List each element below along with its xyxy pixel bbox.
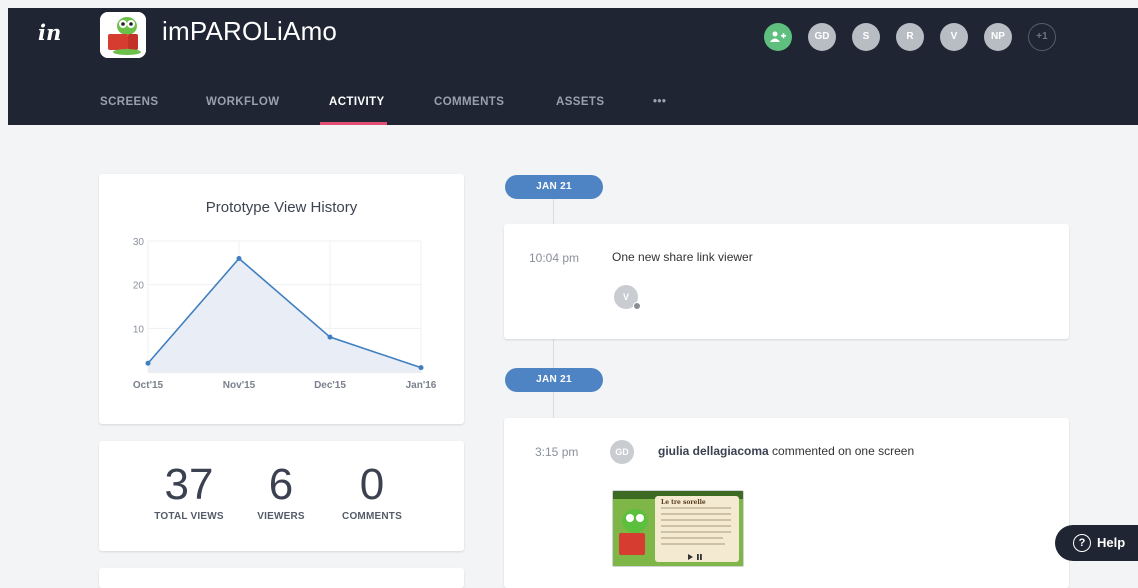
collaborator-avatar[interactable]: R bbox=[896, 23, 924, 51]
activity-user[interactable]: giulia dellagiacoma bbox=[658, 444, 769, 458]
project-tabs: SCREENS WORKFLOW ACTIVITY COMMENTS ASSET… bbox=[8, 86, 1138, 125]
activity-time: 3:15 pm bbox=[535, 445, 579, 459]
stat-value: 37 bbox=[164, 460, 214, 509]
stats-card: 37 TOTAL VIEWS 6 VIEWERS 0 COMMENTS bbox=[99, 441, 464, 551]
y-tick-label: 10 bbox=[133, 324, 145, 335]
tab-workflow[interactable]: WORKFLOW bbox=[206, 96, 279, 108]
collaborator-avatar[interactable]: S bbox=[852, 23, 880, 51]
tab-comments[interactable]: COMMENTS bbox=[434, 96, 504, 108]
stat-total-views: 37 TOTAL VIEWS bbox=[139, 460, 239, 523]
x-tick-label: Nov'15 bbox=[223, 380, 256, 391]
stat-label: VIEWERS bbox=[257, 511, 305, 522]
user-avatar[interactable]: GD bbox=[610, 440, 634, 464]
screen-thumbnail[interactable]: Le tre sorelle bbox=[612, 490, 744, 567]
more-tabs-menu[interactable]: ••• bbox=[653, 96, 666, 108]
date-pill: JAN 21 bbox=[505, 175, 603, 199]
stat-value: 0 bbox=[359, 460, 385, 509]
date-pill: JAN 21 bbox=[505, 368, 603, 392]
y-tick-label: 20 bbox=[133, 281, 145, 292]
x-tick-label: Oct'15 bbox=[133, 380, 164, 391]
y-tick-label: 30 bbox=[133, 237, 145, 248]
x-tick-label: Jan'16 bbox=[406, 380, 437, 391]
tab-assets[interactable]: ASSETS bbox=[556, 96, 604, 108]
help-label: Help bbox=[1097, 535, 1126, 550]
add-collaborator-button[interactable] bbox=[764, 23, 792, 51]
top-bar: in imPAROLiAmo GD S R V NP +1 SCREENS WO… bbox=[8, 8, 1138, 125]
stat-comments: 0 COMMENTS bbox=[322, 460, 422, 523]
stat-viewers: 6 VIEWERS bbox=[231, 460, 331, 523]
activity-item: 3:15 pm GD giulia dellagiacoma commented… bbox=[504, 418, 1069, 588]
view-history-chart: 10 20 30 Oct'15 Nov'15 Dec'15 Jan'16 bbox=[133, 237, 437, 391]
add-user-icon bbox=[770, 31, 786, 42]
data-point bbox=[236, 255, 242, 261]
thumbnail-image: Le tre sorelle bbox=[613, 491, 743, 566]
activity-text: giulia dellagiacoma commented on one scr… bbox=[658, 444, 914, 458]
activity-time: 10:04 pm bbox=[529, 251, 580, 265]
app-icon bbox=[100, 12, 146, 58]
status-dot bbox=[633, 302, 641, 310]
tab-screens[interactable]: SCREENS bbox=[100, 96, 158, 108]
partial-card bbox=[99, 568, 464, 588]
collaborator-avatar[interactable]: V bbox=[940, 23, 968, 51]
data-point bbox=[327, 334, 333, 340]
data-point bbox=[145, 360, 151, 366]
active-tab-indicator bbox=[320, 122, 387, 125]
stat-value: 6 bbox=[268, 460, 294, 509]
help-icon: ? bbox=[1073, 534, 1091, 552]
tab-activity[interactable]: ACTIVITY bbox=[329, 96, 385, 108]
activity-action: commented on one screen bbox=[772, 444, 915, 458]
app-title[interactable]: imPAROLiAmo bbox=[162, 16, 337, 47]
invision-logo[interactable]: in bbox=[38, 20, 61, 45]
collaborator-avatar[interactable]: NP bbox=[984, 23, 1012, 51]
activity-item: 10:04 pm One new share link viewer V bbox=[504, 224, 1069, 339]
stat-label: COMMENTS bbox=[342, 511, 402, 522]
data-point bbox=[418, 365, 424, 371]
more-collaborators-button[interactable]: +1 bbox=[1028, 23, 1056, 51]
x-tick-label: Dec'15 bbox=[314, 380, 346, 391]
activity-text: One new share link viewer bbox=[612, 250, 753, 264]
stat-label: TOTAL VIEWS bbox=[154, 511, 224, 522]
collaborator-avatar[interactable]: GD bbox=[808, 23, 836, 51]
view-history-card: Prototype View History 10 20 30 Oct'15 Nov'1… bbox=[99, 174, 464, 424]
thumbnail-title: Le tre sorelle bbox=[661, 499, 706, 506]
help-button[interactable]: ? Help bbox=[1055, 525, 1138, 561]
